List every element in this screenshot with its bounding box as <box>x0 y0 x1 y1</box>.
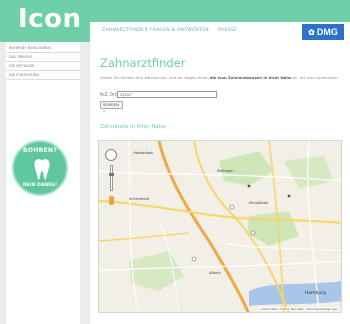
submit-label: SENDEN <box>103 102 119 107</box>
bohren-nein-danke-badge[interactable]: BOHREN? NEIN DANKE! <box>12 140 68 196</box>
map-zoom-slider[interactable] <box>109 173 114 176</box>
nav-item-zahnarztfinder[interactable]: ZAHNARZTFINDER <box>102 28 148 33</box>
sidebar-item-das-prinzip[interactable]: DAS PRINZIP <box>6 53 80 62</box>
map-view[interactable]: Halstenbek Schenefeld Rellingen Eimsbütt… <box>98 140 342 313</box>
sidebar: BOHREN? NEIN DANKE! DAS PRINZIP DIE METH… <box>6 42 80 324</box>
badge-text-bottom: NEIN DANKE! <box>22 183 58 188</box>
intro-text-post: an, die Icon verwenden. <box>291 75 339 80</box>
map-label: Eimsbüttel <box>249 201 269 205</box>
map-city-label: Hamburg <box>305 291 326 296</box>
map-copyright[interactable]: Kartendaten ©2011 Tele Atlas · Nutzungsb… <box>260 307 339 311</box>
map-section-title: Zahnärzte in Ihrer Nähe <box>100 124 166 130</box>
nav-item-presse[interactable]: PRESSE <box>218 28 237 33</box>
map-label: Altona <box>209 271 221 275</box>
map-zoom-control[interactable] <box>110 165 113 191</box>
plz-label: PLZ, Ort: <box>100 92 118 97</box>
map-tiles <box>99 141 341 312</box>
nav-item-fragen-antworten[interactable]: FRAGEN & ANTWORTEN <box>150 28 209 33</box>
map-label: Rellingen <box>217 169 234 173</box>
page: Icon ZAHNARZTFINDER FRAGEN & ANTWORTEN P… <box>0 0 350 324</box>
sidebar-item-bohren-nein-danke[interactable]: BOHREN? NEIN DANKE! <box>6 44 80 53</box>
submit-button[interactable]: SENDEN » <box>100 101 123 113</box>
intro-text-bold: die Icon Zahnarztpraxen in Ihrer Nähe <box>209 75 292 80</box>
dmg-symbol-icon: ✿ <box>308 27 315 37</box>
dmg-brand-logo[interactable]: ✿ DMG <box>302 24 344 40</box>
header-bar: Icon ZAHNARZTFINDER FRAGEN & ANTWORTEN P… <box>0 0 350 42</box>
intro-text: Geben Sie einfach Ihre Adresse ein, und … <box>100 75 340 80</box>
main-content: Zahnarztfinder Geben Sie einfach Ihre Ad… <box>90 42 350 324</box>
sidebar-item-die-forschung[interactable]: DIE FORSCHUNG <box>6 71 80 80</box>
map-label: Schenefeld <box>129 197 149 201</box>
tooth-icon <box>34 159 50 180</box>
chevron-right-icon: » <box>103 108 106 113</box>
plz-input[interactable] <box>117 90 217 98</box>
brand-label: DMG <box>316 27 338 37</box>
street-view-pegman-icon[interactable] <box>109 196 114 205</box>
site-logo[interactable]: Icon <box>18 4 81 34</box>
intro-text-pre: Geben Sie einfach Ihre Adresse ein, und … <box>100 75 210 80</box>
page-title: Zahnarztfinder <box>100 56 186 70</box>
map-pan-control[interactable] <box>105 149 117 161</box>
sidebar-item-die-methode[interactable]: DIE METHODE <box>6 62 80 71</box>
badge-text-top: BOHREN? <box>22 147 58 154</box>
map-label: Halstenbek <box>133 151 154 155</box>
